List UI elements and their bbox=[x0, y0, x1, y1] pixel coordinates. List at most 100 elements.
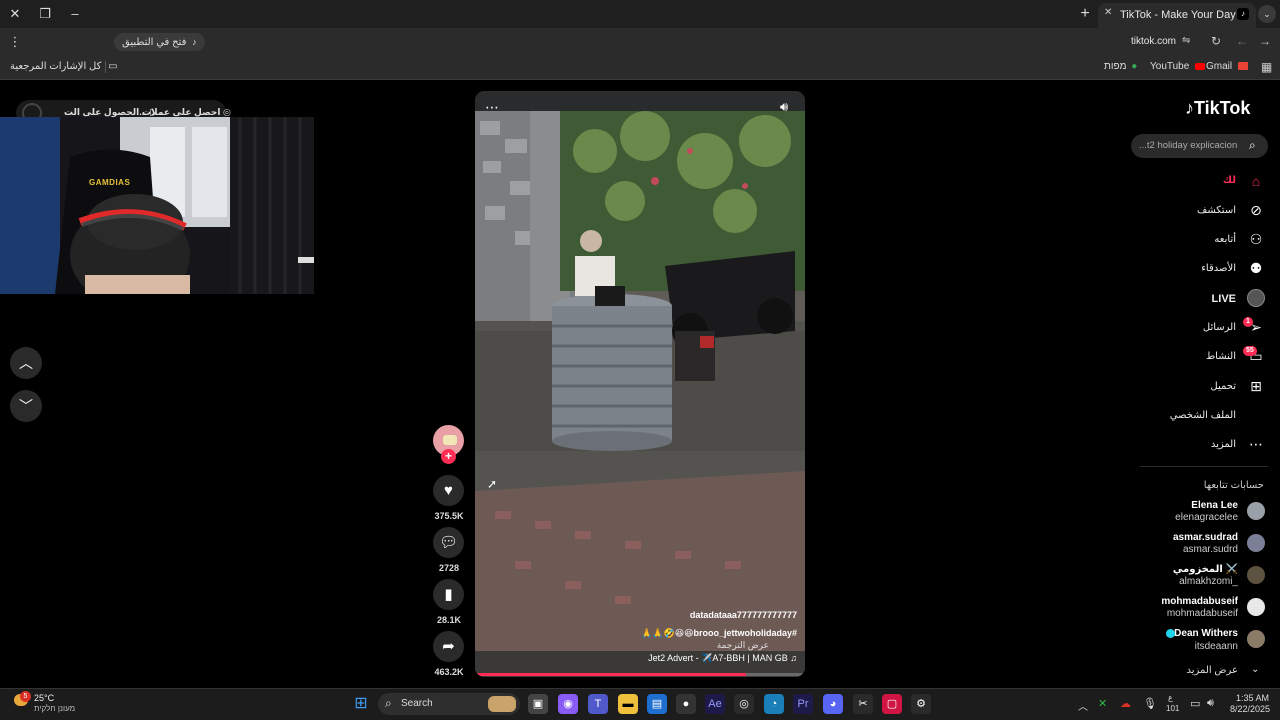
restore-window-icon[interactable]: ❐ bbox=[35, 4, 55, 24]
video-more-icon[interactable]: ⋯ bbox=[485, 99, 499, 116]
sidebar-item-for-you[interactable]: لك bbox=[1223, 175, 1236, 186]
like-count: 375.5K bbox=[434, 511, 464, 521]
video-username[interactable]: datadataaa777777777777 bbox=[690, 610, 797, 620]
site-settings-icon[interactable]: ⇋ bbox=[1182, 35, 1190, 46]
mouse-cursor-icon: ➚ bbox=[487, 477, 498, 491]
tab-tiktok[interactable]: ✕ TikTok - Make Your Day ♪ bbox=[1098, 3, 1256, 28]
store-icon[interactable]: ▤ bbox=[647, 694, 667, 714]
tiktok-logo[interactable]: ♪TikTok bbox=[1185, 98, 1250, 119]
compass-icon: ⊘ bbox=[1250, 202, 1262, 218]
display-icon[interactable]: ▭ bbox=[1190, 697, 1200, 710]
sidebar-item-upload[interactable]: تحميل bbox=[1210, 381, 1236, 392]
follow-plus-icon[interactable]: + bbox=[441, 449, 456, 464]
video-frame bbox=[475, 91, 805, 677]
bookmark-divider bbox=[105, 61, 106, 73]
sidebar-item-following[interactable]: أتابعه bbox=[1214, 234, 1236, 245]
search-icon: ⌕ bbox=[385, 696, 392, 710]
teams-icon[interactable]: T bbox=[588, 694, 608, 714]
close-tab-icon[interactable]: ✕ bbox=[1104, 7, 1112, 18]
account-avatar[interactable] bbox=[1247, 534, 1265, 552]
account-name[interactable]: Elena Lee bbox=[1191, 500, 1238, 511]
reload-icon[interactable]: ↻ bbox=[1211, 34, 1221, 48]
clock-time[interactable]: 1:35 AM bbox=[1236, 693, 1269, 703]
premiere-icon[interactable]: Pr bbox=[793, 694, 813, 714]
account-avatar[interactable] bbox=[1247, 502, 1265, 520]
capcut-icon[interactable]: ✂ bbox=[853, 694, 873, 714]
file-explorer-icon[interactable]: ▬ bbox=[618, 694, 638, 714]
open-in-app-label: فتح في التطبيق bbox=[122, 37, 187, 48]
red-app-icon[interactable]: ▢ bbox=[882, 694, 902, 714]
weather-text: מעונן חלקית bbox=[34, 704, 76, 713]
show-more-button[interactable]: عرض المزيد bbox=[1186, 665, 1238, 676]
search-input[interactable]: ...t2 holiday explicacion ⌕ bbox=[1131, 134, 1268, 158]
task-view-icon[interactable]: ▣ bbox=[528, 694, 548, 714]
microphone-icon[interactable]: 🎙︎ bbox=[1143, 697, 1157, 710]
bookmark-gmail[interactable]: Gmail bbox=[1206, 61, 1248, 72]
open-in-app-button[interactable]: فتح في التطبيق ♪ bbox=[114, 33, 205, 51]
bookmark-youtube[interactable]: YouTube bbox=[1150, 61, 1206, 72]
home-icon: ⌂ bbox=[1251, 173, 1261, 189]
next-video-button[interactable]: ﹀ bbox=[10, 390, 42, 422]
tiktok-logo-text: TikTok bbox=[1194, 98, 1251, 118]
bookmark-maps[interactable]: מפות ● bbox=[1104, 61, 1137, 72]
account-name[interactable]: mohmadabuseif bbox=[1161, 596, 1238, 607]
account-avatar[interactable] bbox=[1247, 566, 1265, 584]
settings-gear-icon[interactable]: ⚙ bbox=[911, 694, 931, 714]
save-button[interactable]: ▮ bbox=[433, 579, 464, 610]
menu-icon[interactable]: ⋮ bbox=[5, 32, 25, 52]
sidebar-item-friends[interactable]: الأصدقاء bbox=[1201, 263, 1236, 274]
after-effects-icon[interactable]: Ae bbox=[705, 694, 725, 714]
apps-grid-icon[interactable]: ▦ bbox=[1261, 60, 1272, 74]
progress-track[interactable] bbox=[475, 673, 805, 676]
translate-button[interactable]: عرض الترجمة bbox=[717, 640, 769, 651]
close-window-icon[interactable]: ✕ bbox=[5, 4, 25, 24]
edge-icon[interactable]: ◔ bbox=[764, 694, 784, 714]
tray-cloud-icon[interactable]: ☁ bbox=[1120, 697, 1131, 710]
back-icon[interactable]: → bbox=[1259, 34, 1271, 48]
language-indicator[interactable]: ع bbox=[1168, 693, 1173, 702]
account-handle: mohmadabuseif bbox=[1166, 608, 1238, 619]
account-name[interactable]: Dean Withers bbox=[1174, 628, 1238, 639]
volume-icon[interactable]: 🔊︎ bbox=[1207, 697, 1214, 710]
sidebar-item-profile[interactable]: الملف الشخصي bbox=[1170, 410, 1236, 421]
account-avatar[interactable] bbox=[1247, 598, 1265, 616]
github-icon[interactable]: ● bbox=[676, 694, 696, 714]
copilot-icon[interactable]: ◉ bbox=[558, 694, 578, 714]
tray-app-icon[interactable]: ✕ bbox=[1098, 697, 1107, 710]
new-tab-icon[interactable]: + bbox=[1075, 4, 1095, 24]
sidebar-item-live[interactable]: LIVE bbox=[1212, 293, 1236, 305]
windows-start-icon[interactable]: ⊞ bbox=[351, 694, 371, 714]
sidebar-item-messages[interactable]: الرسائل bbox=[1203, 322, 1236, 333]
address-bar-url[interactable]: tiktok.com bbox=[1131, 36, 1176, 47]
tab-search-icon[interactable]: ⌄ bbox=[1258, 5, 1276, 23]
discord-icon[interactable]: ◕ bbox=[823, 694, 843, 714]
account-name[interactable]: asmar.sudrad bbox=[1173, 532, 1238, 543]
forward-icon: ← bbox=[1236, 34, 1248, 48]
comment-button[interactable]: 💬︎ bbox=[433, 527, 464, 558]
chrome-icon[interactable]: ◎ bbox=[734, 694, 754, 714]
bookmark-icon: ▮ bbox=[444, 586, 453, 603]
minimize-window-icon[interactable]: – bbox=[65, 4, 85, 24]
tray-chevron-up-icon[interactable]: ︿ bbox=[1078, 698, 1088, 713]
taskbar-search-label: Search bbox=[401, 698, 433, 709]
account-name[interactable]: المخزومي ⚔️ bbox=[1173, 564, 1238, 575]
tiktok-icon: ♪ bbox=[192, 37, 197, 47]
like-button[interactable]: ♥ bbox=[433, 475, 464, 506]
all-bookmarks[interactable]: كل الإشارات المرجعية ▭ bbox=[10, 61, 118, 72]
previous-video-button[interactable]: ︿ bbox=[10, 347, 42, 379]
video-music[interactable]: Jet2 Advert - ✈️A7-BBH | MAN GB ♫ bbox=[648, 653, 797, 664]
sidebar-item-activity[interactable]: النشاط bbox=[1206, 351, 1236, 362]
sidebar-item-explore[interactable]: استكشف bbox=[1197, 205, 1236, 216]
share-button[interactable]: ➦ bbox=[433, 631, 464, 662]
chevron-down-icon[interactable]: ⌄ bbox=[1251, 664, 1259, 675]
video-sound-icon[interactable]: 🔊︎ bbox=[780, 99, 788, 115]
video-player[interactable]: ⋯ 🔊︎ datadataaa777777777777 🙏🙏🤣😆😆brooo_j… bbox=[475, 91, 805, 677]
sidebar-item-more[interactable]: المزيد bbox=[1211, 439, 1236, 450]
save-count: 28.1K bbox=[436, 615, 462, 625]
search-icon[interactable]: ⌕ bbox=[1249, 138, 1256, 153]
taskbar-search[interactable]: ⌕ Search bbox=[378, 693, 520, 715]
account-avatar[interactable] bbox=[1247, 630, 1265, 648]
phone-icon: ▯ bbox=[149, 107, 155, 117]
weather-temp[interactable]: 25°C bbox=[34, 693, 54, 703]
webcam-overlay: GAMDIAS bbox=[0, 117, 314, 294]
